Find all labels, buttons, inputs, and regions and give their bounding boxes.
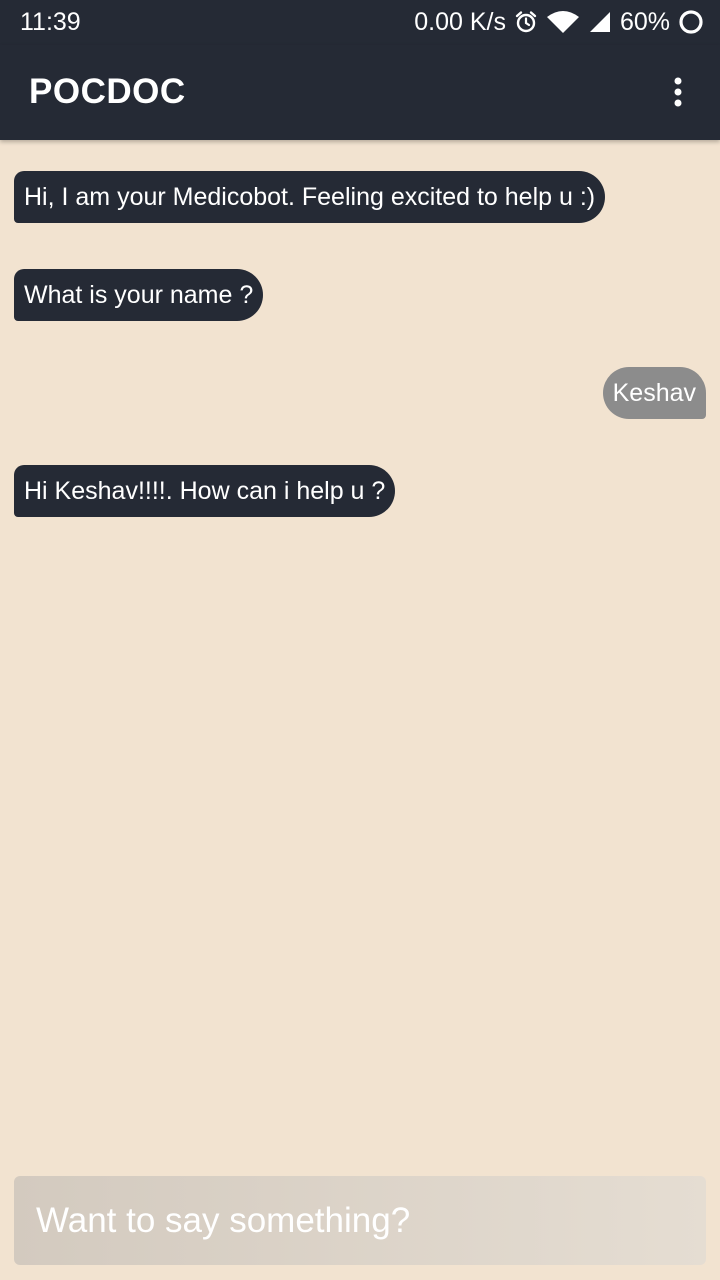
- signal-icon: [588, 10, 612, 34]
- bot-message: Hi Keshav!!!!. How can i help u ?: [14, 465, 396, 517]
- bot-message: Hi, I am your Medicobot. Feeling excited…: [14, 171, 606, 223]
- user-message: Keshav: [602, 367, 706, 419]
- more-vert-icon: [674, 77, 682, 107]
- message-input[interactable]: [14, 1176, 706, 1265]
- network-speed: 0.00 K/s: [414, 8, 506, 36]
- alarm-icon: [514, 10, 538, 34]
- app-title: POCDOC: [29, 72, 186, 111]
- chat-screen: 11:39 0.00 K/s 60% POCDOC Hi, I am your …: [0, 0, 720, 1280]
- wifi-icon: [546, 10, 580, 34]
- status-bar: 11:39 0.00 K/s 60%: [0, 0, 720, 45]
- status-indicators: 0.00 K/s 60%: [406, 7, 704, 37]
- app-bar: POCDOC: [0, 45, 720, 140]
- bot-message: What is your name ?: [14, 269, 264, 321]
- overflow-menu-button[interactable]: [658, 72, 698, 112]
- status-time: 11:39: [20, 8, 81, 36]
- message-composer: [14, 1176, 706, 1265]
- battery-ring-icon: [678, 9, 704, 35]
- battery-level: 60%: [619, 8, 670, 36]
